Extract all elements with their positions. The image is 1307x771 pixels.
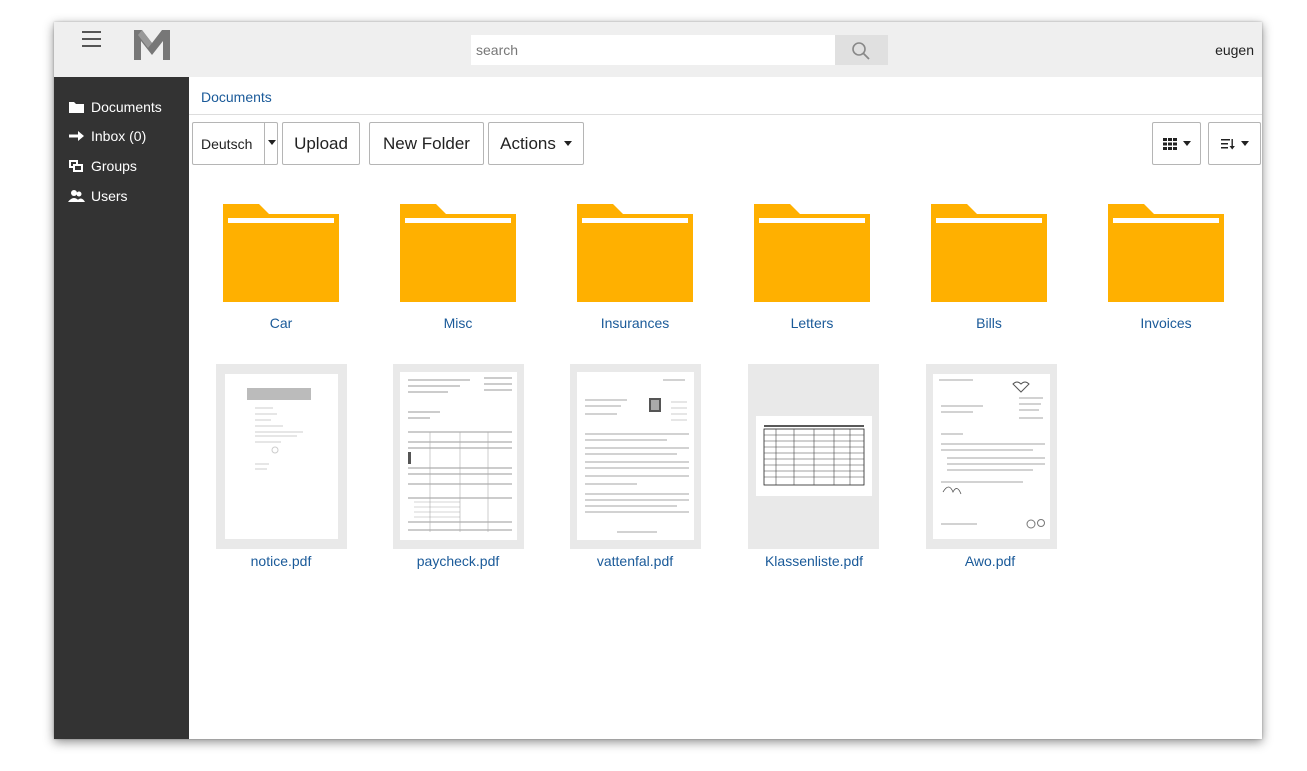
- file-item-vattenfal[interactable]: vattenfal.pdf: [555, 364, 715, 579]
- folder-icon[interactable]: [400, 204, 516, 302]
- file-item-awo[interactable]: Awo.pdf: [910, 364, 1070, 579]
- sort-button[interactable]: [1208, 122, 1261, 165]
- folder-icon[interactable]: [1108, 204, 1224, 302]
- actions-label: Actions: [500, 133, 556, 153]
- sidebar: Documents Inbox (0) Groups Users: [54, 77, 189, 739]
- folder-name[interactable]: Bills: [909, 315, 1069, 331]
- actions-dropdown[interactable]: Actions: [488, 122, 584, 165]
- top-bar: eugen: [54, 22, 1262, 77]
- sidebar-item-groups[interactable]: Groups: [68, 156, 137, 176]
- folder-item-invoices[interactable]: Invoices: [1086, 202, 1246, 352]
- sidebar-item-label: Inbox (0): [91, 128, 147, 144]
- chevron-down-icon: [563, 141, 572, 146]
- chevron-down-icon: [1182, 141, 1191, 146]
- sidebar-item-inbox[interactable]: Inbox (0): [68, 126, 146, 146]
- folder-name[interactable]: Insurances: [555, 315, 715, 331]
- language-value: Deutsch: [201, 136, 253, 152]
- file-item-paycheck[interactable]: paycheck.pdf: [378, 364, 538, 579]
- folder-icon[interactable]: [577, 204, 693, 302]
- chevron-down-icon: [1240, 141, 1249, 146]
- folder-name[interactable]: Misc: [378, 315, 538, 331]
- file-name[interactable]: notice.pdf: [201, 553, 361, 569]
- folder-icon: [69, 102, 84, 113]
- file-thumbnail[interactable]: [926, 364, 1057, 549]
- folder-item-insurances[interactable]: Insurances: [555, 202, 715, 352]
- file-thumbnail[interactable]: [570, 364, 701, 549]
- sort-icon: [1220, 138, 1235, 149]
- sidebar-item-label: Documents: [91, 99, 162, 115]
- upload-button[interactable]: Upload: [282, 122, 360, 165]
- search-icon: [852, 42, 870, 60]
- main-content: Documents Deutsch Upload New Folder Acti…: [189, 77, 1262, 739]
- view-mode-button[interactable]: [1152, 122, 1201, 165]
- chevron-down-icon: [268, 140, 276, 145]
- folder-item-letters[interactable]: Letters: [732, 202, 892, 352]
- folder-item-bills[interactable]: Bills: [909, 202, 1069, 352]
- file-item-notice[interactable]: notice.pdf: [201, 364, 361, 579]
- folder-name[interactable]: Letters: [732, 315, 892, 331]
- folder-icon[interactable]: [931, 204, 1047, 302]
- file-thumbnail[interactable]: [216, 364, 347, 549]
- language-select[interactable]: Deutsch: [192, 122, 278, 165]
- sidebar-item-label: Groups: [91, 158, 137, 174]
- app-logo[interactable]: [134, 30, 170, 60]
- search-input[interactable]: [471, 35, 835, 65]
- folder-item-misc[interactable]: Misc: [378, 202, 538, 352]
- folder-name[interactable]: Invoices: [1086, 315, 1246, 331]
- search-button[interactable]: [835, 35, 888, 65]
- app-window: eugen Documents Inbox (0) Groups: [54, 22, 1262, 739]
- divider: [189, 114, 1262, 115]
- folder-item-car[interactable]: Car: [201, 202, 361, 352]
- grid-view-icon: [1162, 137, 1177, 150]
- folder-name[interactable]: Car: [201, 315, 361, 331]
- file-name[interactable]: Awo.pdf: [910, 553, 1070, 569]
- sidebar-item-documents[interactable]: Documents: [68, 97, 162, 117]
- file-thumbnail[interactable]: [748, 364, 879, 549]
- folder-icon[interactable]: [754, 204, 870, 302]
- username[interactable]: eugen: [1215, 42, 1254, 58]
- file-name[interactable]: vattenfal.pdf: [555, 553, 715, 569]
- file-thumbnail[interactable]: [393, 364, 524, 549]
- file-name[interactable]: Klassenliste.pdf: [734, 553, 894, 569]
- sidebar-item-users[interactable]: Users: [68, 186, 128, 206]
- sidebar-item-label: Users: [91, 188, 128, 204]
- users-icon: [68, 190, 85, 202]
- breadcrumb-documents[interactable]: Documents: [201, 89, 272, 105]
- file-name[interactable]: paycheck.pdf: [378, 553, 538, 569]
- groups-icon: [69, 160, 83, 172]
- arrow-right-icon: [69, 131, 84, 141]
- hamburger-menu-icon[interactable]: [82, 31, 102, 51]
- new-folder-button[interactable]: New Folder: [369, 122, 484, 165]
- folder-icon[interactable]: [223, 204, 339, 302]
- file-item-klassenliste[interactable]: Klassenliste.pdf: [734, 364, 894, 579]
